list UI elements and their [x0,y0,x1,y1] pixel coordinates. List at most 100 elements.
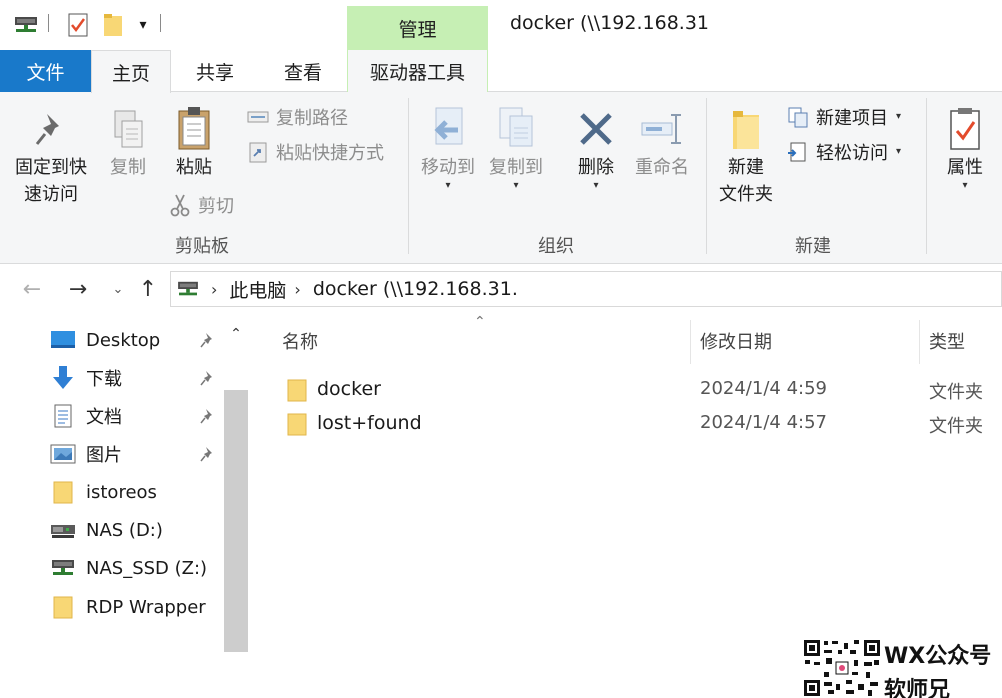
tab-drive-tools[interactable]: 驱动器工具 [347,50,488,92]
column-header-type[interactable]: 类型 [929,328,965,354]
forward-arrow-icon[interactable]: → [64,275,92,303]
pin-label-line2: 速访问 [24,184,78,205]
address-row: ← → ⌄ ↑ › 此电脑 › docker (\\192.168.31. [0,265,1002,312]
navigation-pane: Desktop 下载 文档 图片 istoreos NAS (D:) NAS_S… [0,312,250,654]
breadcrumb-docker[interactable]: docker (\\192.168.31. [313,278,518,300]
copy-path-button[interactable]: 复制路径 [246,104,348,130]
qr-code-icon [802,638,882,698]
move-to-button[interactable]: 移动到 ▾ [416,104,480,191]
copy-to-icon [494,104,538,154]
delete-button[interactable]: 删除 ▾ [568,104,624,191]
breadcrumb-this-pc[interactable]: 此电脑 [229,276,286,303]
copy-to-label: 复制到 [489,157,543,178]
rename-button[interactable]: 重命名 [630,104,694,181]
nav-item-desktop[interactable]: Desktop [50,324,160,356]
tab-file[interactable]: 文件 [0,50,91,92]
nav-item-downloads[interactable]: 下载 [50,362,122,394]
separator [160,14,161,32]
file-type: 文件夹 [929,382,983,403]
table-row[interactable]: lost+found 2024/1/4 4:57 文件夹 [282,408,1002,440]
column-header-modified[interactable]: 修改日期 [700,328,772,354]
network-drive-icon [50,555,76,581]
nav-item-documents[interactable]: 文档 [50,400,122,432]
nav-item-pictures[interactable]: 图片 [50,438,122,470]
nav-item-rdp-wrapper[interactable]: RDP Wrapper [50,591,206,623]
easy-access-button[interactable]: 轻松访问 ▾ [786,139,901,165]
breadcrumb-chevron-icon[interactable]: › [211,280,217,299]
tab-home[interactable]: 主页 [91,50,171,93]
nav-item-label: RDP Wrapper [86,596,206,618]
properties-icon [943,104,987,154]
column-header-name[interactable]: 名称 [282,328,318,354]
file-modified: 2024/1/4 4:59 [700,378,827,399]
separator [48,14,49,32]
pin-label-line1: 固定到快 [15,157,87,178]
back-arrow-icon[interactable]: ← [18,275,46,303]
pin-icon [31,106,71,154]
sort-ascending-chevron-icon: ⌃ [474,314,486,330]
pin-icon[interactable] [198,368,218,388]
up-arrow-icon[interactable]: ↑ [134,275,162,303]
rename-icon [637,104,687,154]
network-drive-icon [50,517,76,543]
pin-icon[interactable] [198,444,218,464]
move-to-label: 移动到 [421,157,475,178]
download-icon [50,365,76,391]
easy-access-icon [786,140,810,164]
new-folder-quick-icon[interactable] [100,12,128,38]
new-folder-label-line2: 文件夹 [719,184,773,205]
pin-icon[interactable] [198,330,218,350]
new-folder-button[interactable]: 新建 文件夹 [712,104,780,208]
copy-button[interactable]: 复制 [102,106,154,181]
customize-quick-access-chevron-icon[interactable]: ▾ [132,12,154,38]
properties-dropdown-caret: ▾ [962,180,968,191]
new-folder-label-line1: 新建 [728,157,764,178]
copy-path-label: 复制路径 [276,108,348,129]
drive-icon [173,280,203,298]
nav-item-label: 文档 [86,407,122,428]
group-separator [408,98,409,254]
new-item-button[interactable]: 新建项目 ▾ [786,104,901,130]
cut-button[interactable]: 剪切 [168,192,234,218]
nav-scrollbar-thumb[interactable] [224,390,248,652]
move-to-dropdown-caret: ▾ [445,180,451,191]
nav-item-nas-d[interactable]: NAS (D:) [50,514,163,546]
properties-quick-icon[interactable] [64,12,92,38]
file-modified: 2024/1/4 4:57 [700,412,827,433]
file-name: lost+found [317,412,422,434]
paste-icon [172,104,216,154]
copy-to-button[interactable]: 复制到 ▾ [484,104,548,191]
tab-share[interactable]: 共享 [171,50,259,92]
column-divider[interactable] [690,320,691,364]
move-to-icon [426,104,470,154]
paste-button[interactable]: 粘贴 [164,104,224,181]
ribbon-tabs: 文件 主页 共享 查看 驱动器工具 [0,50,1002,93]
paste-shortcut-label: 粘贴快捷方式 [276,143,384,164]
watermark-line1: WX公众号 [884,644,992,669]
scroll-up-chevron-icon[interactable]: ⌃ [226,324,246,344]
folder-icon [286,377,310,403]
tab-view[interactable]: 查看 [259,50,347,92]
paste-shortcut-button[interactable]: 粘贴快捷方式 [246,139,384,165]
pin-icon[interactable] [198,406,218,426]
rename-label: 重命名 [635,157,689,178]
watermark-line2: 软师兄 [884,678,951,698]
nav-item-istoreos[interactable]: istoreos [50,476,157,508]
drive-icon[interactable] [12,12,40,38]
nav-item-label: 图片 [86,445,122,466]
pin-to-quick-access-button[interactable]: 固定到快 速访问 [8,106,94,208]
recent-locations-chevron-icon[interactable]: ⌄ [104,275,132,303]
properties-label: 属性 [947,157,983,178]
tab-manage-context[interactable]: 管理 [347,6,488,50]
pictures-icon [50,441,76,467]
window-title: docker (\\192.168.31 [510,12,709,34]
breadcrumb-chevron-icon[interactable]: › [294,280,300,299]
table-row[interactable]: docker 2024/1/4 4:59 文件夹 [282,374,1002,406]
properties-button[interactable]: 属性 ▾ [936,104,994,191]
cut-label: 剪切 [198,196,234,217]
nav-item-nas-ssd-z[interactable]: NAS_SSD (Z:) [50,552,207,584]
column-divider[interactable] [919,320,920,364]
watermark: WX公众号 软师兄 [802,636,1002,698]
address-bar[interactable]: › 此电脑 › docker (\\192.168.31. [170,271,1002,307]
folder-icon [286,411,310,437]
